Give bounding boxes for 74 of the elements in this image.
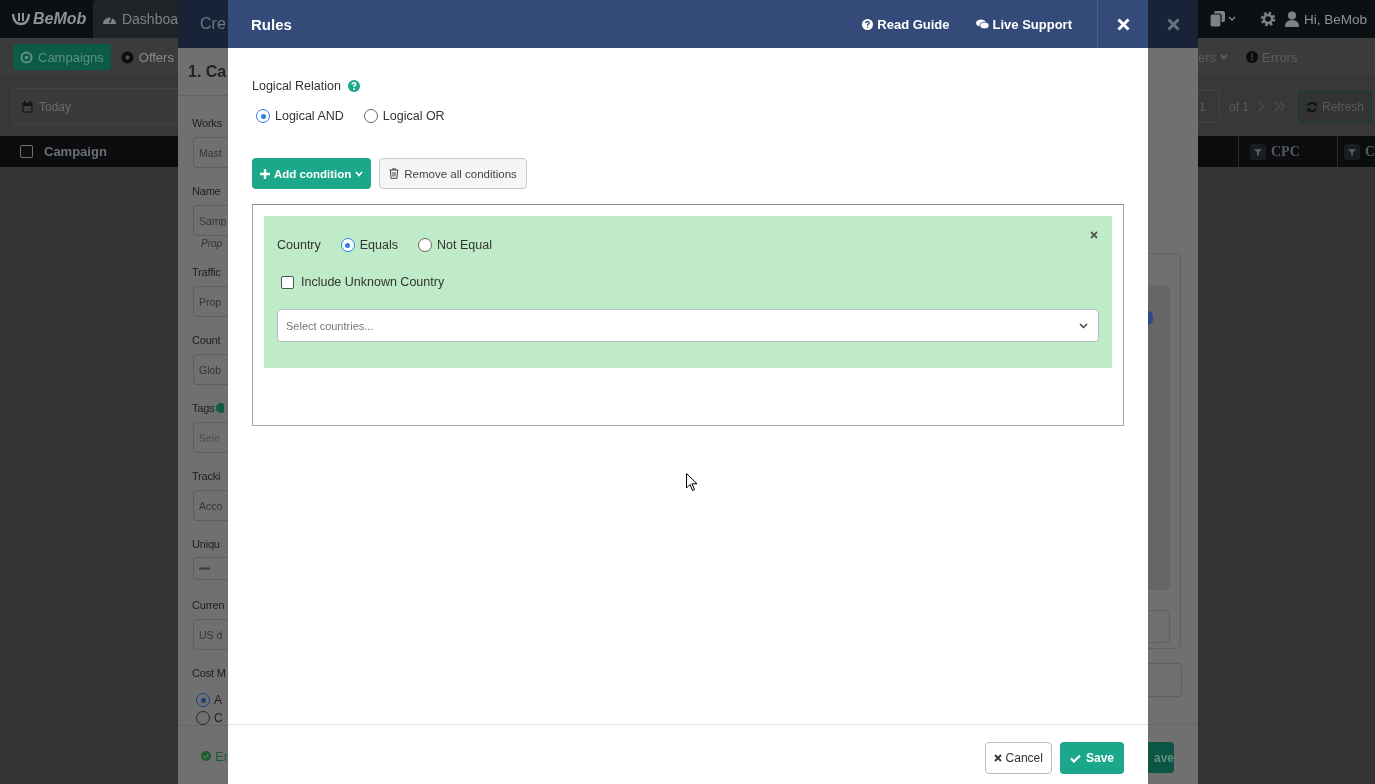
logo-text: BeMob: [33, 10, 87, 28]
field-label: Works: [192, 116, 222, 129]
radio-label: C: [214, 711, 223, 725]
field-label: Tags: [192, 401, 215, 414]
step-heading: 1. Ca: [188, 62, 227, 81]
filter-icon: [1250, 143, 1266, 160]
country-select[interactable]: Select countries...: [277, 309, 1099, 342]
header-link[interactable]: Live Support: [975, 16, 1072, 32]
caret-icon: [1220, 54, 1229, 60]
user-menu[interactable]: Hi, BeMob: [1285, 11, 1368, 27]
radio-label: Equals: [359, 238, 398, 252]
remove-conditions-button[interactable]: Remove all conditions: [379, 158, 527, 189]
field-label: Curren: [192, 598, 225, 611]
close-icon: [1090, 231, 1098, 239]
minus-icon: [199, 567, 210, 570]
radio-button[interactable]: [418, 238, 432, 252]
save-button[interactable]: ave: [1148, 742, 1174, 773]
radio-label: Not Equal: [437, 238, 492, 252]
add-condition-button[interactable]: Add condition: [252, 158, 372, 189]
nav-tab[interactable]: Dashboa: [92, 0, 178, 38]
radio-label: A: [214, 693, 222, 707]
toggle-knob[interactable]: [1148, 311, 1153, 325]
badge-icon: [120, 50, 134, 64]
refresh-icon: [1306, 100, 1318, 113]
question-icon: [862, 18, 874, 30]
input-field[interactable]: [1148, 610, 1170, 643]
cancel-button[interactable]: Cancel: [984, 742, 1052, 774]
trash-icon: [389, 168, 400, 179]
condition-name: Country: [277, 238, 321, 252]
field-label: Uniqu: [192, 537, 220, 550]
radio-label: Logical AND: [275, 109, 344, 123]
chevron-down-icon: [1079, 322, 1088, 329]
calendar-icon: [22, 100, 33, 113]
field-label: Name: [192, 184, 221, 197]
radio-button[interactable]: [340, 238, 355, 252]
user-icon: [1285, 11, 1299, 27]
checkbox[interactable]: [281, 275, 294, 289]
check-icon: [1069, 753, 1081, 763]
chat-icon: [975, 18, 989, 30]
status-text: Er: [215, 748, 228, 764]
header-link[interactable]: Read Guide: [862, 16, 950, 32]
close-icon: [1166, 17, 1180, 31]
alert-icon: [1246, 51, 1259, 63]
caret-icon: [355, 170, 364, 177]
target-icon: [20, 50, 33, 64]
checkbox[interactable]: [20, 145, 33, 158]
field-label: Traffic: [192, 265, 221, 278]
windows-icon[interactable]: [1210, 11, 1236, 27]
modal-title: Cre: [200, 15, 226, 33]
section-tab[interactable]: Offers: [120, 44, 174, 70]
close-button[interactable]: [1088, 229, 1100, 241]
cursor-icon: [686, 473, 698, 492]
logo-icon: [12, 12, 30, 26]
section-tab[interactable]: Campaigns: [13, 44, 111, 70]
settings-icon[interactable]: [1260, 11, 1276, 27]
radio-label: Logical OR: [382, 109, 445, 123]
check-circle-icon: [201, 750, 211, 762]
input-field[interactable]: [1148, 663, 1182, 697]
radio-button[interactable]: [363, 109, 378, 123]
help-icon: [347, 80, 360, 92]
field-label: Count: [192, 333, 221, 346]
checkbox-label: Include Unknown Country: [301, 275, 445, 289]
field-label: Logical Relation: [252, 79, 341, 93]
save-button[interactable]: Save: [1059, 742, 1124, 774]
close-icon: [1116, 17, 1130, 31]
radio-button[interactable]: [256, 109, 270, 123]
plus-icon: [260, 168, 270, 179]
filter-icon: [1343, 143, 1360, 160]
close-icon: [993, 754, 1002, 762]
field-label: Tracki: [192, 469, 221, 482]
modal-title: Rules: [251, 15, 292, 33]
hint-text: Prop: [201, 238, 224, 251]
field-label: Cost M: [192, 666, 226, 679]
column-header[interactable]: Campaign: [44, 144, 107, 159]
